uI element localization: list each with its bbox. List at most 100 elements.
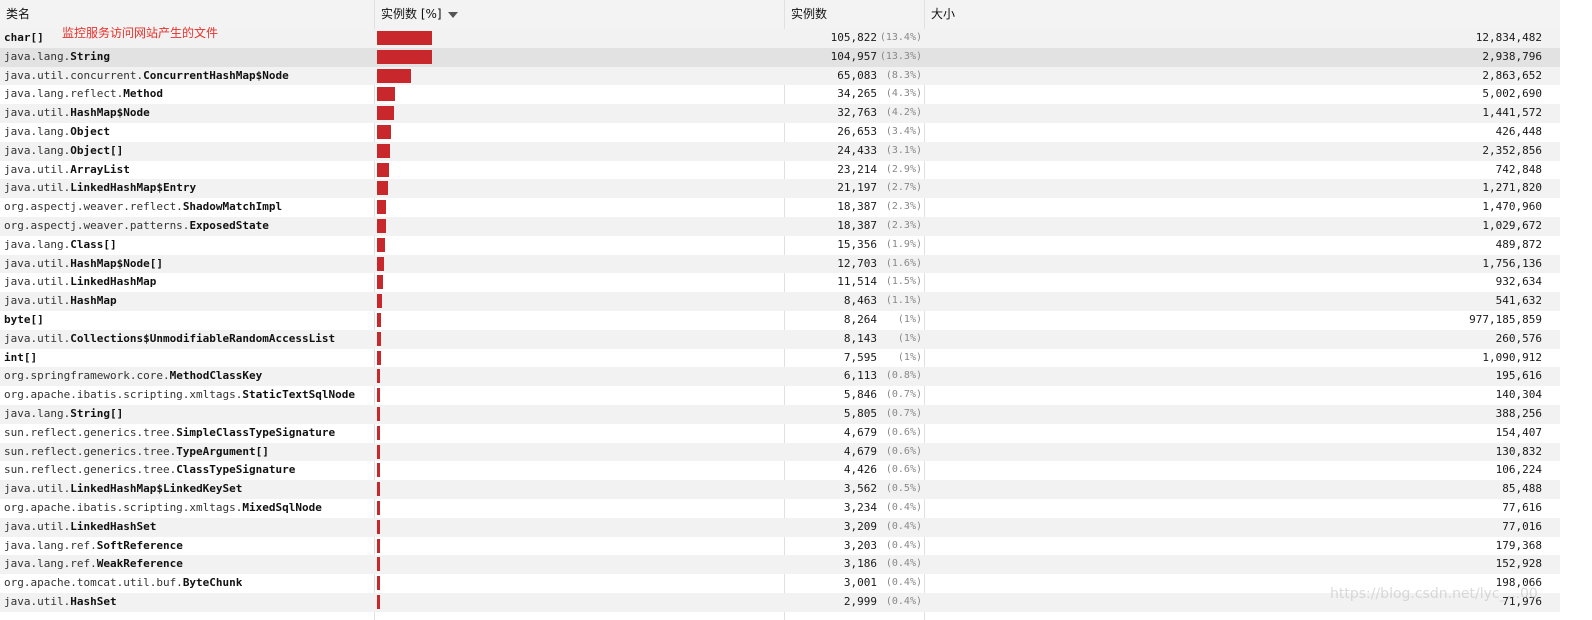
- instances-percent-cell: [377, 123, 781, 142]
- package-name: java.util.: [4, 294, 71, 308]
- percent-bar: [377, 162, 389, 177]
- table-row[interactable]: java.lang.Object[] 24,433 (3.1%) 2,352,856: [0, 141, 1560, 161]
- table-row[interactable]: java.lang.Object 26,653 (3.4%) 426,448: [0, 123, 1560, 142]
- class-simple-name: HashMap: [70, 294, 117, 308]
- table-row[interactable]: java.util.HashMap$Node[] 12,703 (1.6%) 1,75…: [0, 254, 1560, 274]
- instances-percent-label: (0.6%): [885, 464, 922, 476]
- percent-bar: [377, 482, 380, 497]
- column-header-instances[interactable]: 实例数: [785, 0, 925, 29]
- package-name: java.util.: [4, 256, 71, 270]
- instances-percent-cell: [377, 593, 781, 612]
- table-row[interactable]: org.springframework.core.MethodClassKey 6…: [0, 367, 1560, 387]
- percent-bar: [377, 49, 432, 64]
- class-name-cell: org.springframework.core.MethodClassKey: [4, 367, 372, 386]
- size-cell: 388,256: [1495, 406, 1542, 420]
- table-row[interactable]: java.util.HashMap$Node 32,763 (4.2%) 1,441,…: [0, 104, 1560, 123]
- class-simple-name: MixedSqlNode: [242, 500, 322, 514]
- percent-bar: [377, 237, 385, 252]
- column-header-size[interactable]: 大小: [925, 0, 1560, 29]
- instances-percent-cell: [377, 273, 781, 292]
- column-header-label: 实例数: [791, 7, 828, 21]
- class-name-cell: org.apache.ibatis.scripting.xmltags.Mixe…: [4, 499, 372, 518]
- package-name: org.apache.ibatis.scripting.xmltags.: [4, 388, 243, 402]
- size-cell: 1,756,136: [1482, 256, 1542, 270]
- instances-count-cell: 32,763: [837, 106, 877, 120]
- class-simple-name: String: [70, 49, 110, 63]
- class-simple-name: Object: [70, 124, 110, 138]
- table-row[interactable]: java.util.LinkedHashSet 3,209 (0.4%) 77,016: [0, 517, 1560, 537]
- size-cell: 12,834,482: [1475, 31, 1542, 44]
- table-row[interactable]: java.lang.Class[] 15,356 (1.9%) 489,872: [0, 236, 1560, 255]
- instances-percent-label: (0.4%): [885, 539, 922, 551]
- class-name-cell: java.lang.String: [4, 48, 372, 67]
- table-row[interactable]: int[] 7,595 (1%) 1,090,912: [0, 349, 1560, 368]
- instances-percent-cell: [377, 405, 781, 424]
- table-row[interactable]: sun.reflect.generics.tree.TypeArgument[]…: [0, 442, 1560, 462]
- instances-count-cell: 5,846: [843, 388, 877, 402]
- vertical-scrollbar[interactable]: [1560, 0, 1592, 620]
- table-row[interactable]: java.util.LinkedHashMap$LinkedKeySet 3,56…: [0, 480, 1560, 499]
- table-row[interactable]: char[] 105,822 (13.4%) 12,834,482: [0, 29, 1560, 48]
- table-row[interactable]: sun.reflect.generics.tree.ClassTypeSigna…: [0, 461, 1560, 480]
- table-row[interactable]: java.util.HashSet 2,999 (0.4%) 71,976: [0, 592, 1560, 612]
- table-row[interactable]: sun.reflect.generics.tree.SimpleClassTyp…: [0, 424, 1560, 443]
- table-row[interactable]: java.util.Collections$UnmodifiableRandom…: [0, 329, 1560, 349]
- instances-percent-label: (4.3%): [885, 88, 922, 100]
- instances-count-cell: 65,083: [837, 68, 877, 82]
- table-row[interactable]: java.lang.String 104,957 (13.3%) 2,938,796: [0, 47, 1560, 67]
- percent-bar: [377, 31, 432, 45]
- instances-count-cell: 26,653: [837, 124, 877, 138]
- table-row[interactable]: java.util.LinkedHashMap 11,514 (1.5%) 932,6…: [0, 273, 1560, 292]
- instances-percent-label: (0.4%): [885, 577, 922, 589]
- class-name-cell: sun.reflect.generics.tree.TypeArgument[]: [4, 443, 372, 462]
- size-cell: 2,938,796: [1482, 49, 1542, 63]
- column-header-instances-percent[interactable]: 实例数 [%]: [375, 0, 785, 29]
- watermark: https://blog.csdn.net/lyc_...00: [1330, 586, 1538, 602]
- instances-percent-cell: [377, 349, 781, 368]
- size-cell: 541,632: [1495, 294, 1542, 308]
- instances-count-cell: 12,703: [837, 256, 877, 270]
- class-name-cell: org.aspectj.weaver.reflect.ShadowMatchIm…: [4, 198, 372, 217]
- instances-percent-cell: [377, 311, 781, 330]
- size-cell: 932,634: [1495, 275, 1542, 289]
- table-row[interactable]: java.lang.reflect.Method 34,265 (4.3%) 5,00…: [0, 85, 1560, 104]
- table-row[interactable]: java.util.concurrent.ConcurrentHashMap$N…: [0, 66, 1560, 86]
- instances-percent-cell: [377, 85, 781, 104]
- size-cell: 1,090,912: [1482, 350, 1542, 364]
- instances-percent-cell: [377, 292, 781, 311]
- instances-percent-label: (0.7%): [885, 407, 922, 419]
- size-cell: 742,848: [1495, 162, 1542, 176]
- table-row[interactable]: java.lang.ref.SoftReference 3,203 (0.4%) 17…: [0, 537, 1560, 556]
- size-cell: 426,448: [1495, 124, 1542, 138]
- table-row[interactable]: org.apache.tomcat.util.buf.ByteChunk 3,00…: [0, 574, 1560, 593]
- percent-bar: [377, 331, 382, 346]
- table-row[interactable]: org.aspectj.weaver.patterns.ExposedState…: [0, 216, 1560, 236]
- class-name-cell: java.util.LinkedHashMap$Entry: [4, 179, 372, 198]
- package-name: java.util.: [4, 181, 71, 195]
- instances-percent-cell: [377, 142, 781, 161]
- instances-count-cell: 5,805: [843, 406, 877, 420]
- instances-percent-label: (3.4%): [885, 125, 922, 137]
- instances-count-cell: 3,186: [843, 557, 877, 571]
- table-row[interactable]: java.lang.ref.WeakReference 3,186 (0.4%) 15…: [0, 555, 1560, 575]
- table-row[interactable]: byte[] 8,264 (1%) 977,185,859: [0, 311, 1560, 330]
- table-row[interactable]: org.apache.ibatis.scripting.xmltags.Stat…: [0, 386, 1560, 405]
- class-simple-name: StaticTextSqlNode: [242, 388, 356, 402]
- class-simple-name: MethodClassKey: [169, 369, 263, 383]
- heap-histogram-table: 类名 实例数 [%] 实例数 大小 char[] 105,822 (13.4%) 12…: [0, 0, 1592, 620]
- instances-percent-cell: [377, 443, 781, 462]
- class-simple-name: SoftReference: [96, 538, 183, 552]
- package-name: java.util.: [4, 594, 71, 608]
- table-row[interactable]: java.lang.String[] 5,805 (0.7%) 388,256: [0, 404, 1560, 424]
- class-simple-name: char[]: [4, 31, 44, 44]
- table-row[interactable]: java.util.HashMap 8,463 (1.1%) 541,632: [0, 292, 1560, 311]
- size-cell: 1,441,572: [1482, 106, 1542, 120]
- table-row[interactable]: java.util.LinkedHashMap$Entry 21,197 (2.7%…: [0, 179, 1560, 199]
- table-row[interactable]: java.util.ArrayList 23,214 (2.9%) 742,848: [0, 161, 1560, 180]
- class-name-cell: java.util.concurrent.ConcurrentHashMap$N…: [4, 67, 372, 86]
- class-simple-name: LinkedHashSet: [70, 519, 157, 533]
- instances-percent-label: (0.4%): [885, 501, 922, 513]
- table-row[interactable]: org.apache.ibatis.scripting.xmltags.Mixe…: [0, 499, 1560, 518]
- class-name-cell: sun.reflect.generics.tree.ClassTypeSigna…: [4, 461, 372, 480]
- table-row[interactable]: org.aspectj.weaver.reflect.ShadowMatchIm…: [0, 198, 1560, 217]
